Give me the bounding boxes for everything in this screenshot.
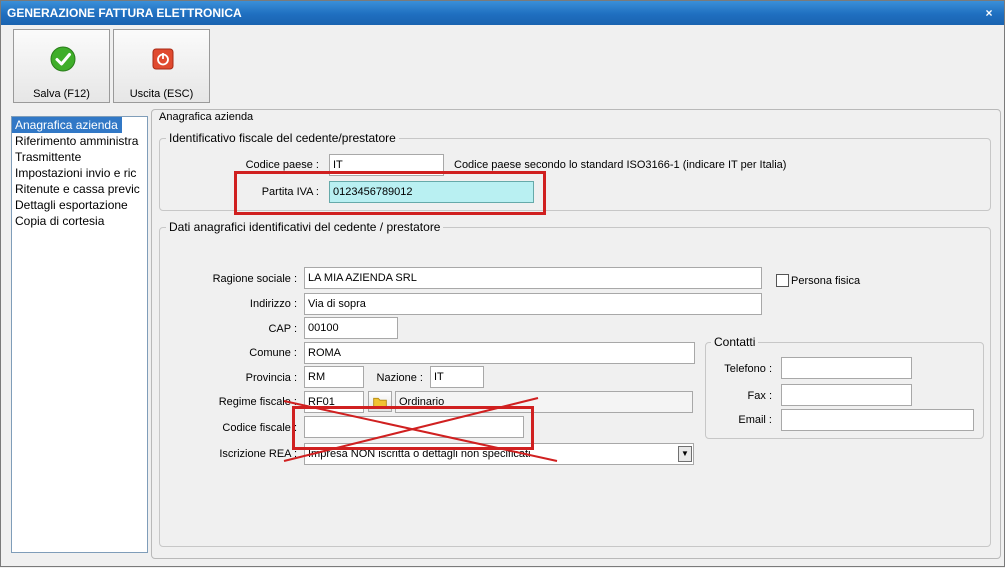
cap-label: CAP : [268,323,297,335]
close-icon[interactable]: × [982,7,996,19]
power-icon [152,48,174,70]
province-label: Provincia : [245,372,297,384]
nav-item-dettagli-esportazione[interactable]: Dettagli esportazione [12,197,147,213]
tax-code-label: Codice fiscale : [222,422,297,434]
tax-code-highlight-box [292,406,534,450]
nav-item-riferimento-amministrazione[interactable]: Riferimento amministra [12,133,147,149]
registry-group-title: Dati anagrafici identificativi del ceden… [166,220,444,234]
tax-regime-label: Regime fiscale : [218,396,297,408]
address-label: Indirizzo : [249,298,297,310]
phone-field[interactable] [781,357,912,379]
rea-label: Iscrizione REA : [219,448,297,460]
exit-button[interactable]: Uscita (ESC) [113,29,210,103]
company-name-label: Ragione sociale : [212,273,297,285]
phone-label: Telefono : [724,363,772,375]
fax-field[interactable] [781,384,912,406]
nation-field[interactable]: IT [430,366,484,388]
panel-title: Anagrafica azienda [159,111,254,123]
email-label: Email : [738,414,772,426]
nation-label: Nazione : [376,372,423,384]
nav-item-impostazioni-invio[interactable]: Impostazioni invio e ric [12,165,147,181]
nav-item-ritenute-cassa[interactable]: Ritenute e cassa previc [12,181,147,197]
company-name-field[interactable]: LA MIA AZIENDA SRL [304,267,762,289]
cap-field[interactable]: 00100 [304,317,398,339]
contacts-group-title: Contatti [711,335,759,349]
checkmark-icon [50,46,76,72]
chevron-down-icon[interactable]: ▼ [678,446,692,462]
window-titlebar: GENERAZIONE FATTURA ELETTRONICA × [1,1,1004,25]
natural-person-checkbox[interactable] [776,274,789,287]
nav-item-anagrafica-azienda[interactable]: Anagrafica azienda [12,117,122,133]
country-code-hint: Codice paese secondo lo standard ISO3166… [454,159,787,171]
invoice-window: GENERAZIONE FATTURA ELETTRONICA × Salva … [0,0,1005,567]
nav-item-trasmittente[interactable]: Trasmittente [12,149,147,165]
city-field[interactable]: ROMA [304,342,695,364]
fiscal-id-group-title: Identificativo fiscale del cedente/prest… [166,131,399,145]
window-title: GENERAZIONE FATTURA ELETTRONICA [7,6,242,20]
save-button-label: Salva (F12) [33,88,90,100]
fax-label: Fax : [747,390,772,402]
nav-item-copia-cortesia[interactable]: Copia di cortesia [12,213,147,229]
address-field[interactable]: Via di sopra [304,293,762,315]
vat-highlight-box [234,171,546,215]
email-field[interactable] [781,409,974,431]
natural-person-label: Persona fisica [791,275,861,287]
exit-button-label: Uscita (ESC) [129,88,194,100]
save-button[interactable]: Salva (F12) [13,29,110,103]
city-label: Comune : [249,347,297,359]
country-code-label: Codice paese : [245,159,319,171]
province-field[interactable]: RM [304,366,364,388]
section-list[interactable]: Anagrafica azienda Riferimento amministr… [11,116,148,553]
